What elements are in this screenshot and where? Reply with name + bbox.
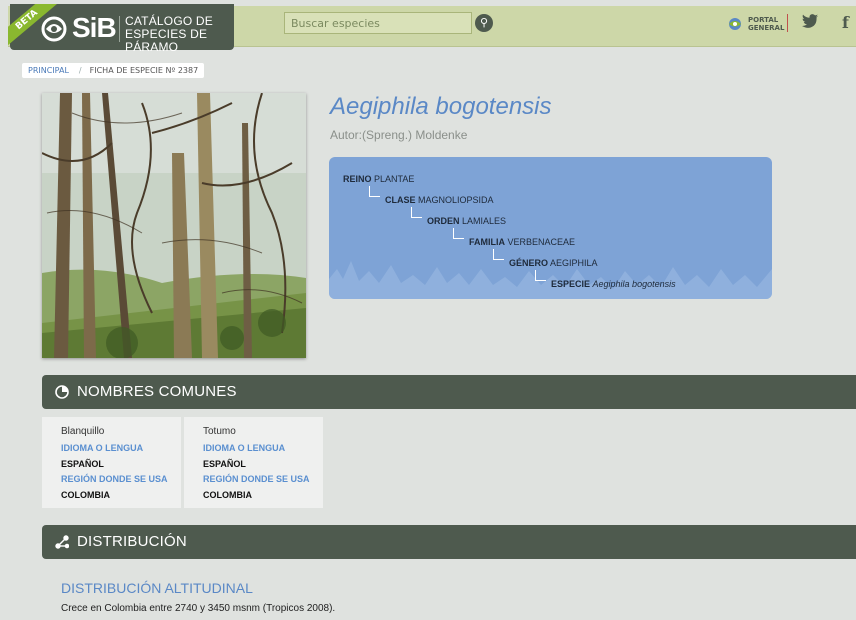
species-author: Autor:(Spreng.) Moldenke (330, 128, 468, 142)
common-name: Totumo (203, 426, 236, 437)
distribution-text: Crece en Colombia entre 2740 y 3450 msnm… (61, 603, 336, 614)
logo-divider (119, 16, 120, 42)
taxon-reino: REINO PLANTAE (343, 174, 415, 184)
species-name: Aegiphila bogotensis (330, 93, 552, 120)
search-icon: ⚲ (479, 16, 489, 29)
section-title: DISTRIBUCIÓN (77, 533, 187, 550)
search-input[interactable] (284, 12, 472, 34)
facebook-icon[interactable]: f (842, 13, 849, 32)
language-label: IDIOMA O LENGUA (203, 443, 286, 453)
region-value: COLOMBIA (61, 490, 110, 500)
twitter-icon[interactable] (802, 14, 818, 32)
taxon-familia: FAMILIA VERBENACEAE (469, 237, 576, 247)
taxonomy-panel: REINO PLANTAE CLASE MAGNOLIOPSIDA ORDEN … (329, 157, 772, 299)
taxon-especie: ESPECIE Aegiphila bogotensis (551, 279, 676, 289)
tree-photo-image (42, 93, 306, 358)
logo-subtitle: CATÁLOGO DE ESPECIES DE PÁRAMO (125, 14, 213, 54)
taxon-connector (535, 270, 546, 281)
breadcrumb: PRINCIPAL / FICHA DE ESPECIE Nº 2387 (22, 63, 205, 78)
trees-silhouette (329, 261, 772, 299)
search-button[interactable]: ⚲ (475, 14, 493, 32)
language-label: IDIOMA O LENGUA (61, 443, 144, 453)
distribution-subtitle: DISTRIBUCIÓN ALTITUDINAL (61, 580, 253, 596)
sib-logo-icon (41, 16, 67, 42)
breadcrumb-home-link[interactable]: PRINCIPAL (28, 66, 69, 75)
taxon-orden: ORDEN LAMIALES (427, 216, 507, 226)
region-value: COLOMBIA (203, 490, 252, 500)
portal-icon (729, 18, 741, 30)
common-name-card: Totumo IDIOMA O LENGUA ESPAÑOL REGIÓN DO… (184, 417, 323, 508)
region-label: REGIÓN DONDE SE USA (61, 474, 168, 484)
taxon-connector (493, 249, 504, 260)
header-divider (787, 14, 788, 32)
taxon-clase: CLASE MAGNOLIOPSIDA (385, 195, 494, 205)
portal-label: PORTAL GENERAL (748, 16, 785, 32)
logo-text: SiB (72, 12, 117, 43)
common-name-card: Blanquillo IDIOMA O LENGUA ESPAÑOL REGIÓ… (42, 417, 181, 508)
section-common-names[interactable]: NOMBRES COMUNES (42, 375, 856, 409)
language-value: ESPAÑOL (203, 459, 246, 469)
taxon-connector (369, 186, 380, 197)
language-value: ESPAÑOL (61, 459, 104, 469)
site-logo[interactable]: BETA SiB CATÁLOGO DE ESPECIES DE PÁRAMO (8, 4, 234, 54)
taxon-connector (453, 228, 464, 239)
breadcrumb-separator: / (78, 66, 82, 75)
portal-general-link[interactable]: PORTAL GENERAL (726, 14, 790, 34)
breadcrumb-current: FICHA DE ESPECIE Nº 2387 (89, 66, 199, 75)
taxon-genero: GÉNERO AEGIPHILA (509, 258, 598, 268)
section-distribution[interactable]: DISTRIBUCIÓN (42, 525, 856, 559)
taxon-connector (411, 207, 422, 218)
common-name: Blanquillo (61, 426, 105, 437)
network-icon (55, 535, 69, 549)
region-label: REGIÓN DONDE SE USA (203, 474, 310, 484)
pie-chart-icon (55, 385, 69, 399)
species-photo[interactable] (42, 93, 306, 358)
section-title: NOMBRES COMUNES (77, 383, 237, 400)
